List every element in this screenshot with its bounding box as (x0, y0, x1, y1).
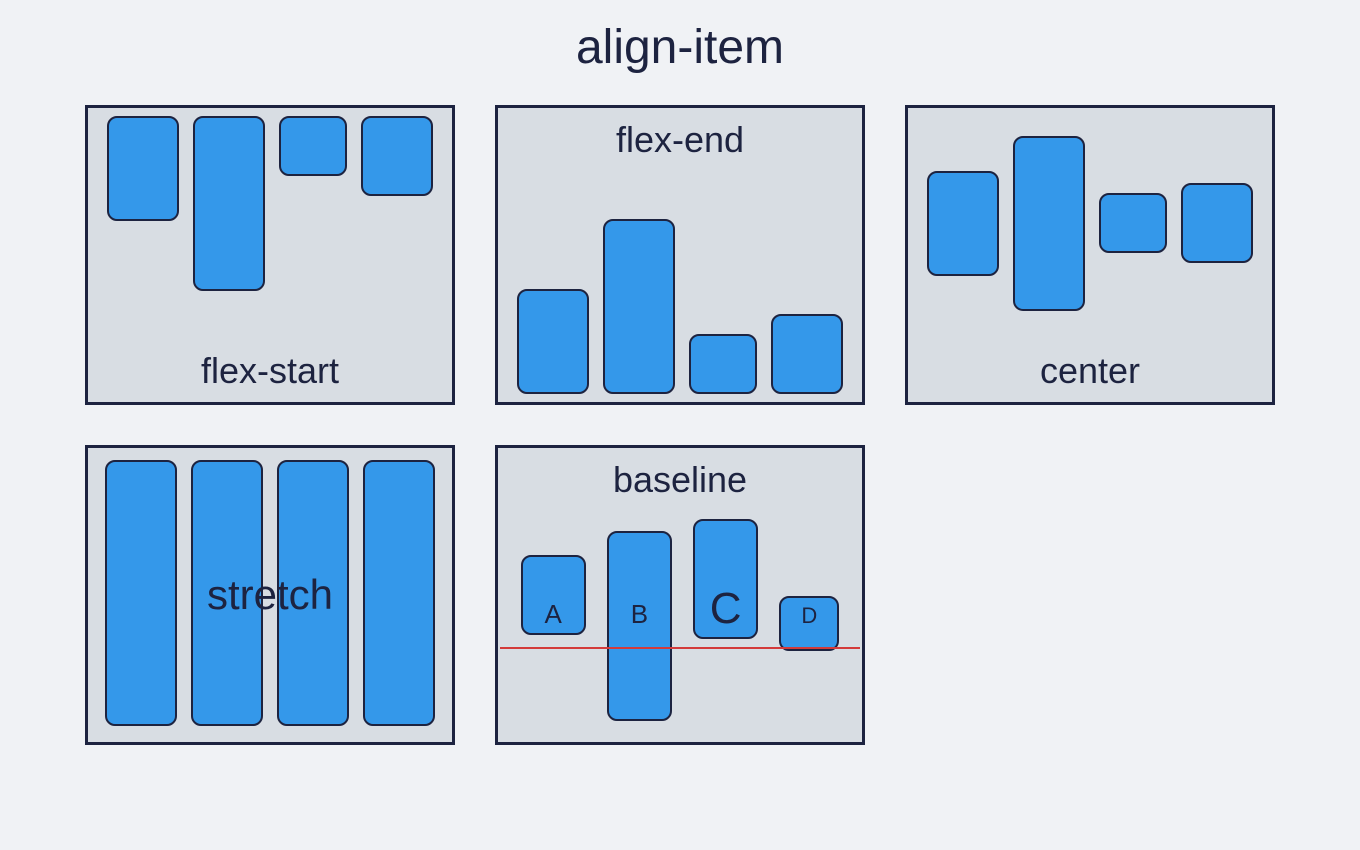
flex-item-box (1181, 183, 1253, 263)
center-area (908, 108, 1272, 338)
baseline-letter: A (544, 601, 561, 627)
baseline-letter: C (710, 587, 742, 631)
flex-item-box (603, 219, 675, 394)
baseline-area: A B C D (498, 511, 862, 741)
label-flex-start: flex-start (88, 349, 452, 402)
baseline-letter: D (801, 605, 817, 627)
flex-end-area (498, 182, 862, 402)
flex-item-box (1013, 136, 1085, 311)
label-baseline: baseline (498, 458, 862, 501)
panel-center: center (905, 105, 1275, 405)
panel-stretch: stretch (85, 445, 455, 745)
flex-item-box (771, 314, 843, 394)
flex-item-box: B (607, 531, 672, 721)
flex-item-box: D (779, 596, 839, 651)
label-stretch: stretch (88, 570, 452, 620)
flex-item-box (279, 116, 347, 176)
diagram-grid: flex-start flex-end center stretch basel… (60, 105, 1300, 745)
flex-item-box (1099, 193, 1167, 253)
baseline-letter: B (631, 601, 648, 627)
panel-flex-start: flex-start (85, 105, 455, 405)
flex-item-box (361, 116, 433, 196)
flex-item-box (927, 171, 999, 276)
flex-item-box: A (521, 555, 586, 635)
flex-item-box (689, 334, 757, 394)
panel-flex-end: flex-end (495, 105, 865, 405)
page-title: align-item (60, 20, 1300, 75)
flex-item-box (517, 289, 589, 394)
flex-item-box (193, 116, 265, 291)
label-center: center (908, 349, 1272, 402)
label-flex-end: flex-end (498, 118, 862, 161)
flex-item-box: C (693, 519, 758, 639)
flex-item-box (107, 116, 179, 221)
panel-baseline: baseline A B C D (495, 445, 865, 745)
baseline-indicator-line (500, 647, 860, 649)
flex-start-area (88, 108, 452, 328)
